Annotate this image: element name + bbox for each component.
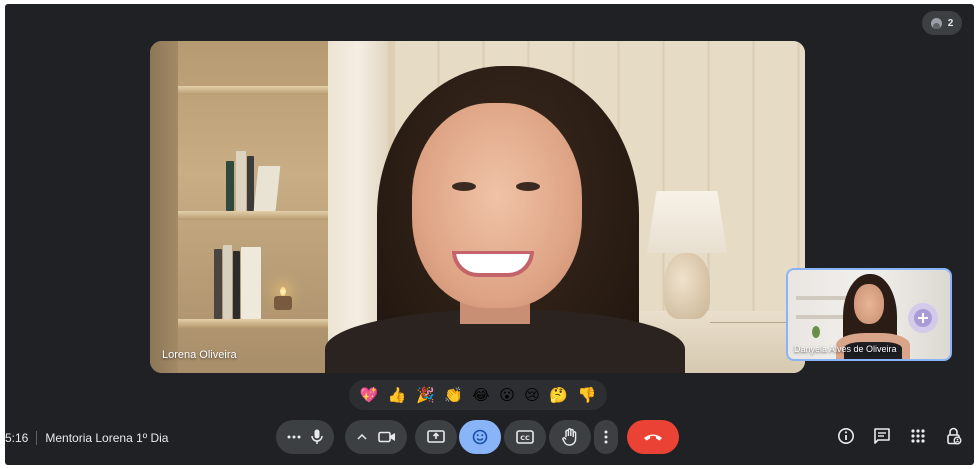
self-plant [812,326,820,338]
book [241,247,261,319]
book [226,161,234,211]
more-options-icon[interactable] [287,435,301,439]
leave-call-button[interactable] [627,420,679,454]
book [214,249,222,319]
lamp-base [664,253,710,319]
host-controls-icon[interactable] [944,426,964,446]
self-view-tile[interactable]: Danyela Alves de Oliveira [786,268,952,361]
participant-face [412,103,582,308]
audio-control-group [276,420,334,454]
self-face [854,284,884,324]
book [236,151,246,211]
closed-captions-icon: CC [516,430,534,444]
camera-icon[interactable] [377,431,396,443]
sparkling-heart-icon[interactable]: 💖 [360,387,379,403]
shelf-board [178,319,328,328]
avatar [930,17,942,29]
self-participant-name: Danyela Alves de Oliveira [794,344,897,354]
book [233,251,240,319]
book [253,166,281,211]
meet-window: 2 Lorena Oliveira Danyela Alves de Olive… [5,4,974,465]
thumbs-up-icon[interactable]: 👍 [388,387,407,403]
clapping-hands-icon[interactable]: 👏 [444,387,463,403]
add-badge-icon [908,303,938,333]
meeting-title: Mentoria Lorena 1º Dia [45,431,169,445]
main-participant-name: Lorena Oliveira [162,349,237,361]
more-vert-icon [604,430,608,444]
camera-control-group [345,420,407,454]
present-button[interactable] [415,420,457,454]
reactions-button[interactable] [459,420,501,454]
raise-hand-icon [562,428,578,446]
open-mouth-icon[interactable]: 😮 [499,387,515,403]
present-screen-icon [427,430,445,444]
participant-eye [452,182,476,191]
candle [274,296,292,310]
participants-chip[interactable]: 2 [922,11,962,35]
right-toolbar [836,426,964,446]
shelf-board [178,86,328,95]
info-icon[interactable] [836,426,856,446]
party-popper-icon[interactable]: 🎉 [416,387,435,403]
svg-text:CC: CC [520,434,530,442]
chat-icon[interactable] [872,426,892,446]
shelf-side [150,41,178,373]
lamp-shade [647,191,727,253]
microphone-icon[interactable] [311,429,323,445]
activities-grid-icon[interactable] [908,426,928,446]
book [223,245,232,319]
meeting-time: 5:16 [5,431,29,445]
captions-button[interactable]: CC [504,420,546,454]
end-call-icon [643,432,663,442]
candle-flame [280,287,286,296]
self-shelf [796,296,851,300]
more-options-button[interactable] [594,420,618,454]
main-video-tile[interactable]: Lorena Oliveira [150,41,805,373]
participant-smile [452,251,534,277]
participant-count: 2 [947,17,954,29]
book [247,156,254,211]
chevron-up-icon[interactable] [356,434,367,440]
thinking-face-icon[interactable]: 🤔 [549,387,568,403]
thumbs-down-icon[interactable]: 👎 [577,387,596,403]
shelf-board [178,211,328,220]
emoji-icon [472,429,488,445]
crying-face-icon[interactable]: 😢 [524,387,540,403]
plus-icon [914,309,932,327]
reactions-bar: 💖 👍 🎉 👏 😂 😮 😢 🤔 👎 [349,380,607,410]
joy-icon[interactable]: 😂 [472,387,490,403]
participant-eye [516,182,540,191]
divider [36,431,38,445]
meeting-info: 5:16 Mentoria Lorena 1º Dia [5,429,168,447]
raise-hand-button[interactable] [549,420,591,454]
